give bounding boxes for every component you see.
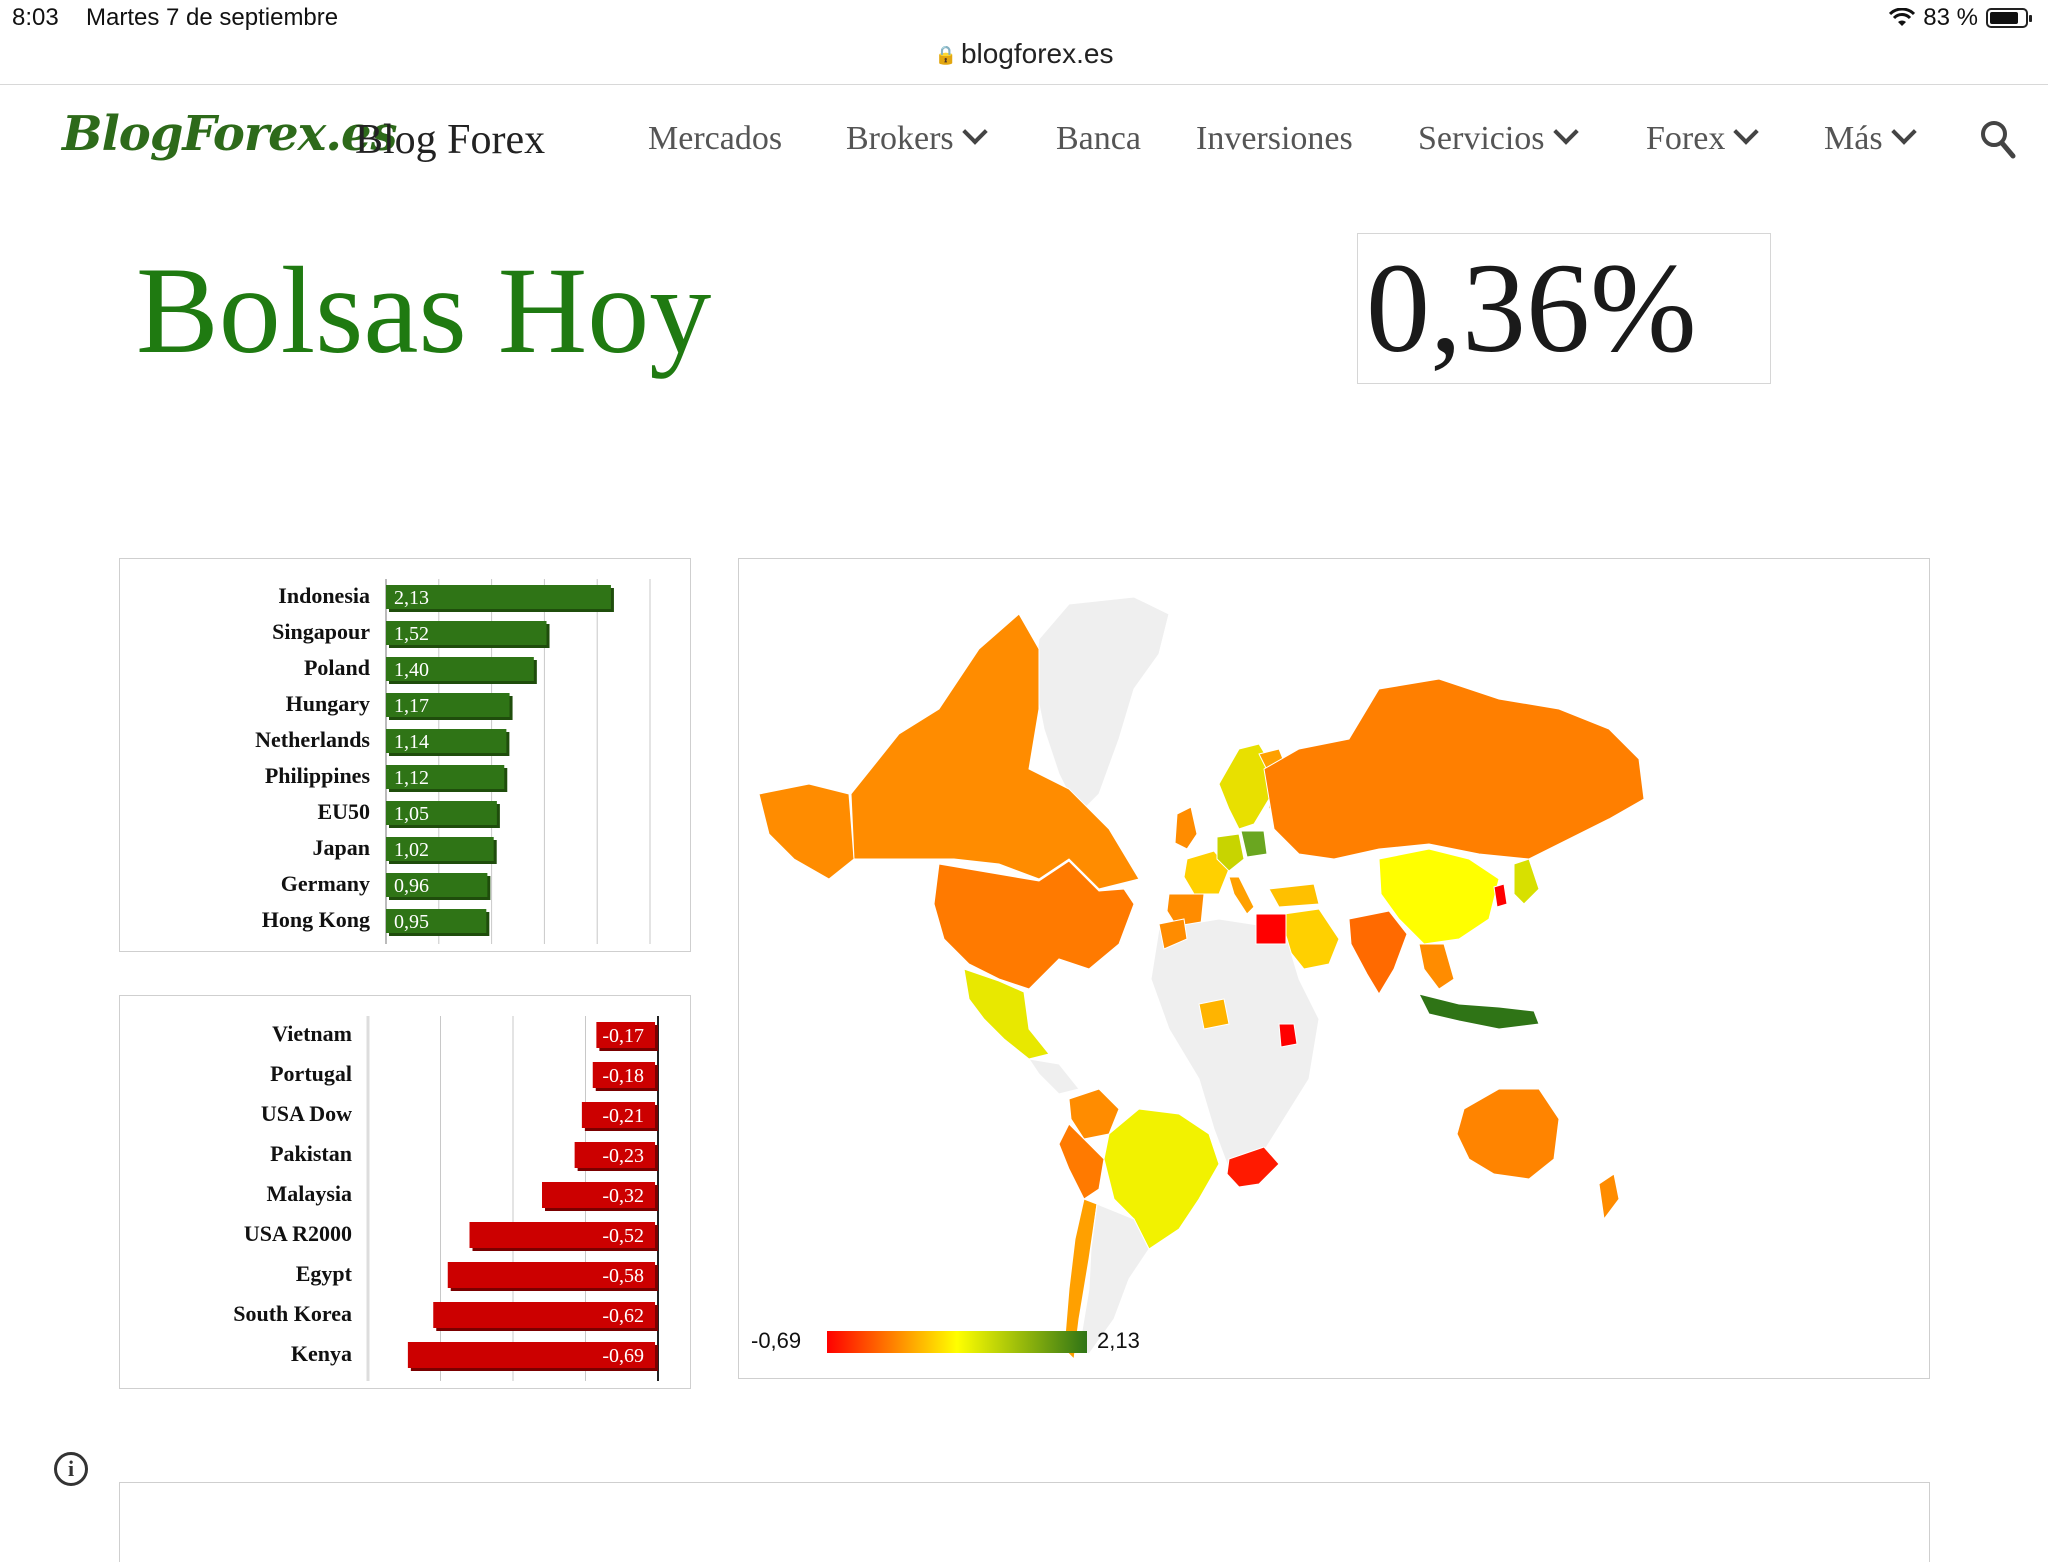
category-label: Malaysia [266, 1181, 352, 1206]
category-label: Singapour [272, 619, 370, 644]
category-label: Portugal [270, 1061, 352, 1086]
bar-value-label: -0,69 [602, 1345, 644, 1367]
category-label: Pakistan [270, 1141, 352, 1166]
bar-value-label: 0,95 [394, 911, 429, 933]
nav-item-servicios[interactable]: Servicios [1418, 119, 1579, 158]
nav-item-mas[interactable]: Más [1824, 119, 1917, 158]
nav-item-mercados[interactable]: Mercados [648, 120, 782, 158]
category-label: USA Dow [261, 1101, 352, 1126]
map-kenya[interactable] [1278, 1023, 1298, 1048]
bar-value-label: -0,23 [602, 1145, 644, 1167]
bar-value-label: 1,02 [394, 839, 429, 861]
info-icon[interactable]: i [54, 1452, 88, 1486]
chevron-down-icon [961, 119, 988, 145]
site-logo[interactable]: BlogForex.es [62, 106, 398, 162]
scale-max-label: 2,13 [1097, 1328, 1140, 1353]
category-label: Poland [304, 655, 370, 680]
losers-bar-chart: -0,17 Vietnam -0,18 Portugal -0,21 USA Dow -0,… [233, 1016, 659, 1381]
map-australia[interactable] [1456, 1088, 1560, 1180]
map-new-zealand[interactable] [1598, 1173, 1620, 1221]
nav-item-forex[interactable]: Forex [1646, 119, 1760, 158]
address-bar[interactable]: 🔒 blogforex.es [0, 38, 2048, 70]
site-title[interactable]: Blog Forex [355, 116, 545, 164]
bar-value-label: -0,17 [602, 1025, 644, 1047]
map-nigeria[interactable] [1198, 998, 1230, 1030]
battery-percent: 83 % [1923, 4, 1978, 31]
category-label: EU50 [317, 799, 370, 824]
bar-value-label: 2,13 [394, 587, 429, 609]
change-box: 0,36% [1357, 233, 1771, 384]
bar-value-label: 1,40 [394, 659, 429, 681]
nav-item-banca[interactable]: Banca [1056, 120, 1141, 158]
map-turkey[interactable] [1268, 883, 1320, 908]
bar-value-label: -0,18 [602, 1065, 644, 1087]
status-date: Martes 7 de septiembre [86, 4, 339, 31]
browser-divider [0, 84, 2048, 85]
bar-value-label: 1,17 [394, 695, 429, 717]
main-nav: Mercados Brokers Banca Inversiones Servi… [648, 119, 2048, 170]
chevron-down-icon [1552, 119, 1579, 145]
map-indonesia[interactable] [1418, 993, 1540, 1030]
map-poland[interactable] [1240, 830, 1268, 858]
bar-value-label: -0,52 [602, 1225, 644, 1247]
lower-panel [119, 1482, 1930, 1562]
wifi-icon [1889, 8, 1916, 26]
bar-value-label: -0,32 [602, 1185, 644, 1207]
bar-value-label: -0,21 [602, 1105, 644, 1127]
world-map-panel: -0,69 2,13 [738, 558, 1930, 1379]
map-mexico[interactable] [963, 968, 1050, 1060]
scale-min-label: -0,69 [751, 1328, 801, 1353]
map-uk[interactable] [1174, 806, 1198, 850]
bar-value-label: 1,52 [394, 623, 429, 645]
category-label: Kenya [291, 1341, 352, 1366]
map-italy[interactable] [1228, 876, 1255, 915]
map-central-america[interactable] [1027, 1058, 1080, 1095]
gainers-bar-chart: 2,13 Indonesia 1,52 Singapour 1,40 Poland 1,17… [255, 579, 651, 944]
nav-item-inversiones[interactable]: Inversiones [1196, 120, 1353, 158]
category-label: South Korea [233, 1301, 352, 1326]
map-russia[interactable] [1263, 678, 1645, 860]
status-time: 8:03 [12, 4, 59, 31]
map-japan[interactable] [1513, 858, 1540, 905]
lock-icon: 🔒 [934, 45, 957, 66]
bar-value-label: 1,05 [394, 803, 429, 825]
map-southeast-asia[interactable] [1418, 943, 1455, 990]
battery-level [1990, 12, 2019, 24]
map-egypt[interactable] [1255, 913, 1287, 945]
category-label: Vietnam [272, 1021, 352, 1046]
losers-chart-panel: -0,17 Vietnam -0,18 Portugal -0,21 USA Dow -0,… [119, 995, 691, 1389]
battery-icon [1986, 8, 2032, 28]
bar-value-label: 1,12 [394, 767, 429, 789]
category-label: Germany [281, 871, 370, 896]
gainers-chart-panel: 2,13 Indonesia 1,52 Singapour 1,40 Poland 1,17… [119, 558, 691, 952]
color-scale-bar [827, 1331, 1087, 1353]
search-icon[interactable] [1980, 120, 2016, 160]
category-label: USA R2000 [244, 1221, 352, 1246]
category-label: Japan [313, 835, 370, 860]
category-label: Hungary [286, 691, 370, 716]
change-value: 0,36% [1366, 237, 1697, 379]
category-label: Netherlands [255, 727, 370, 752]
world-map: -0,69 2,13 [751, 596, 1645, 1361]
map-south-korea[interactable] [1493, 883, 1508, 908]
bar-value-label: -0,58 [602, 1265, 644, 1287]
map-india[interactable] [1348, 910, 1408, 995]
map-alaska[interactable] [758, 783, 855, 880]
category-label: Philippines [265, 763, 371, 788]
page-title: Bolsas Hoy [136, 242, 712, 379]
bar-value-label: 0,96 [394, 875, 429, 897]
bar-value-label: -0,62 [602, 1305, 644, 1327]
nav-item-brokers[interactable]: Brokers [846, 119, 988, 158]
category-label: Egypt [296, 1261, 353, 1286]
chevron-down-icon [1890, 119, 1917, 145]
category-label: Indonesia [278, 583, 370, 608]
bar-value-label: 1,14 [394, 731, 429, 753]
url-text: blogforex.es [960, 38, 1114, 69]
chevron-down-icon [1733, 119, 1760, 145]
category-label: Hong Kong [262, 907, 370, 932]
status-indicators: 83 % [1889, 4, 2032, 32]
